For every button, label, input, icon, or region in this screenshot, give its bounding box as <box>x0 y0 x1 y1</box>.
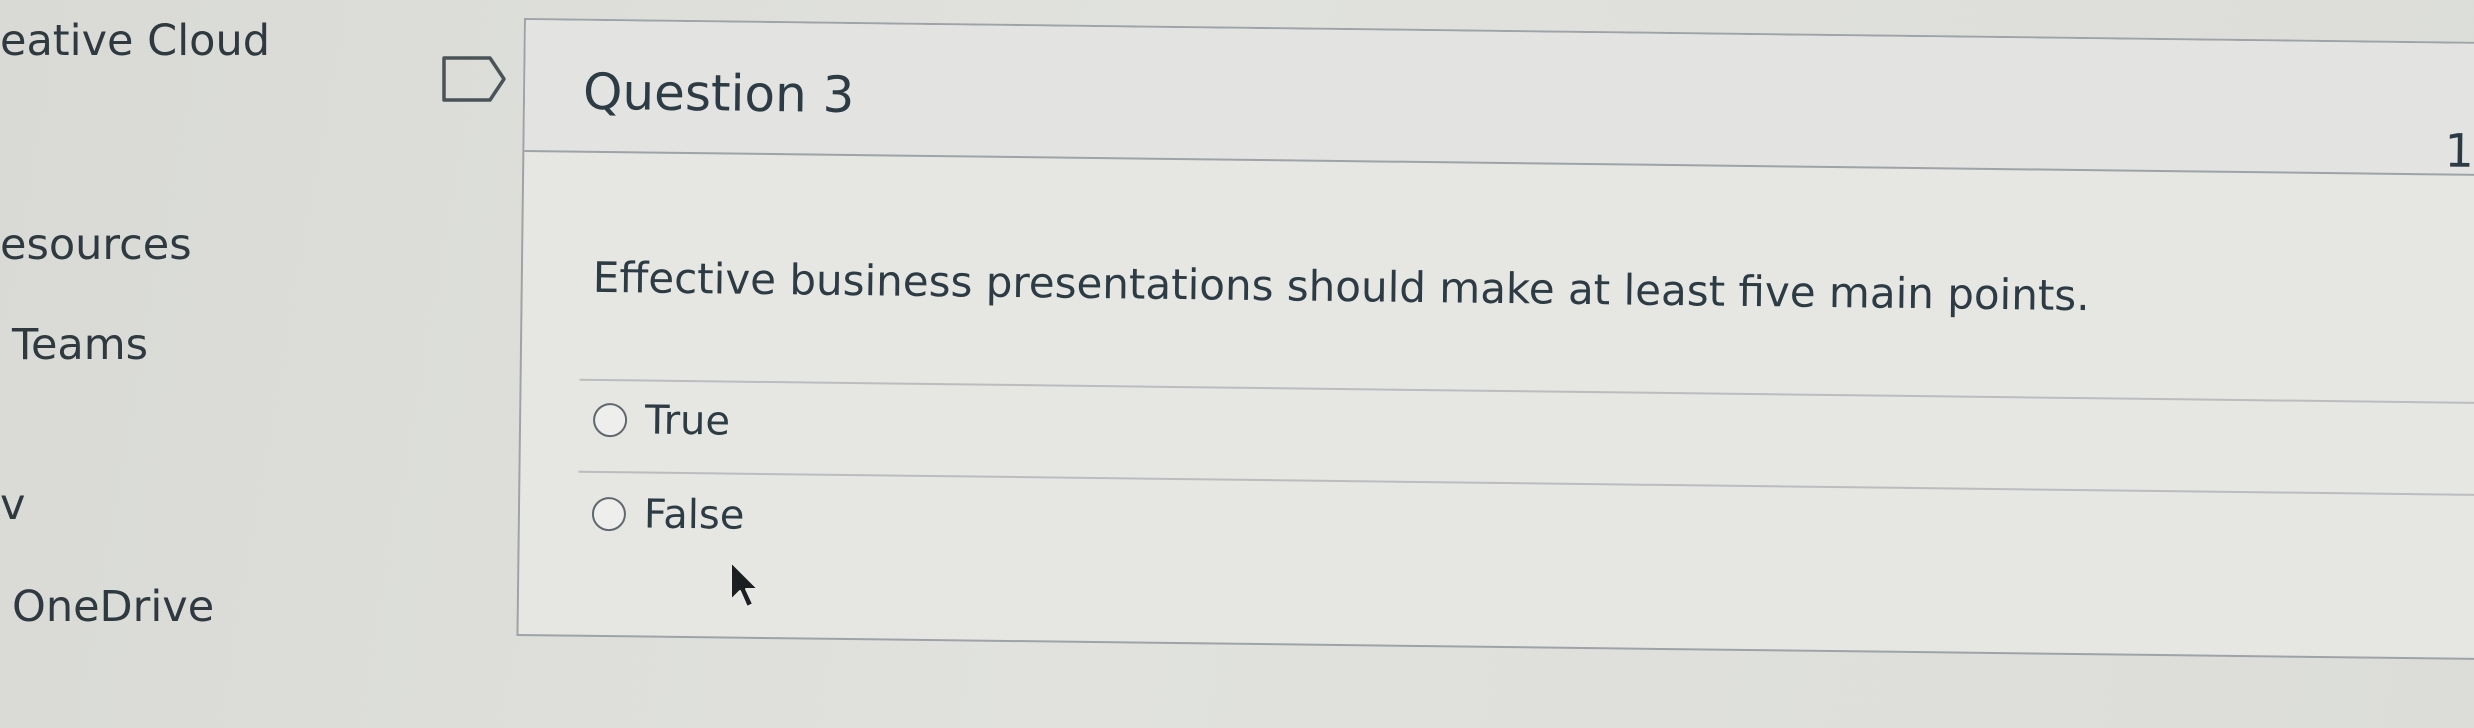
nav-item-resources[interactable]: esources <box>0 220 192 270</box>
mouse-pointer-icon <box>728 560 762 610</box>
nav-item-creative-cloud[interactable]: eative Cloud <box>0 16 270 66</box>
question-points: 1 <box>2444 123 2474 178</box>
answer-option-false[interactable]: False <box>591 491 745 539</box>
answer-label-false: False <box>643 491 745 539</box>
answer-divider <box>578 470 2474 497</box>
radio-button-true[interactable] <box>592 402 628 438</box>
nav-item-onedrive[interactable]: OneDrive <box>12 582 214 632</box>
question-card: Question 3 1 Effective business presenta… <box>516 18 2474 661</box>
answer-divider <box>579 378 2474 405</box>
question-text: Effective business presentations should … <box>592 252 2090 321</box>
radio-button-false[interactable] <box>591 496 627 532</box>
answer-label-true: True <box>644 397 731 445</box>
course-navigation: eative Cloud esources Teams v OneDrive <box>0 0 440 728</box>
question-title: Question 3 <box>582 62 855 125</box>
bookmark-flag-icon[interactable] <box>440 54 508 104</box>
answer-option-true[interactable]: True <box>592 397 731 445</box>
question-header: Question 3 1 <box>524 20 2474 178</box>
nav-item-partial[interactable]: v <box>0 480 25 530</box>
nav-item-teams[interactable]: Teams <box>12 320 148 370</box>
question-body: Effective business presentations should … <box>518 152 2474 658</box>
